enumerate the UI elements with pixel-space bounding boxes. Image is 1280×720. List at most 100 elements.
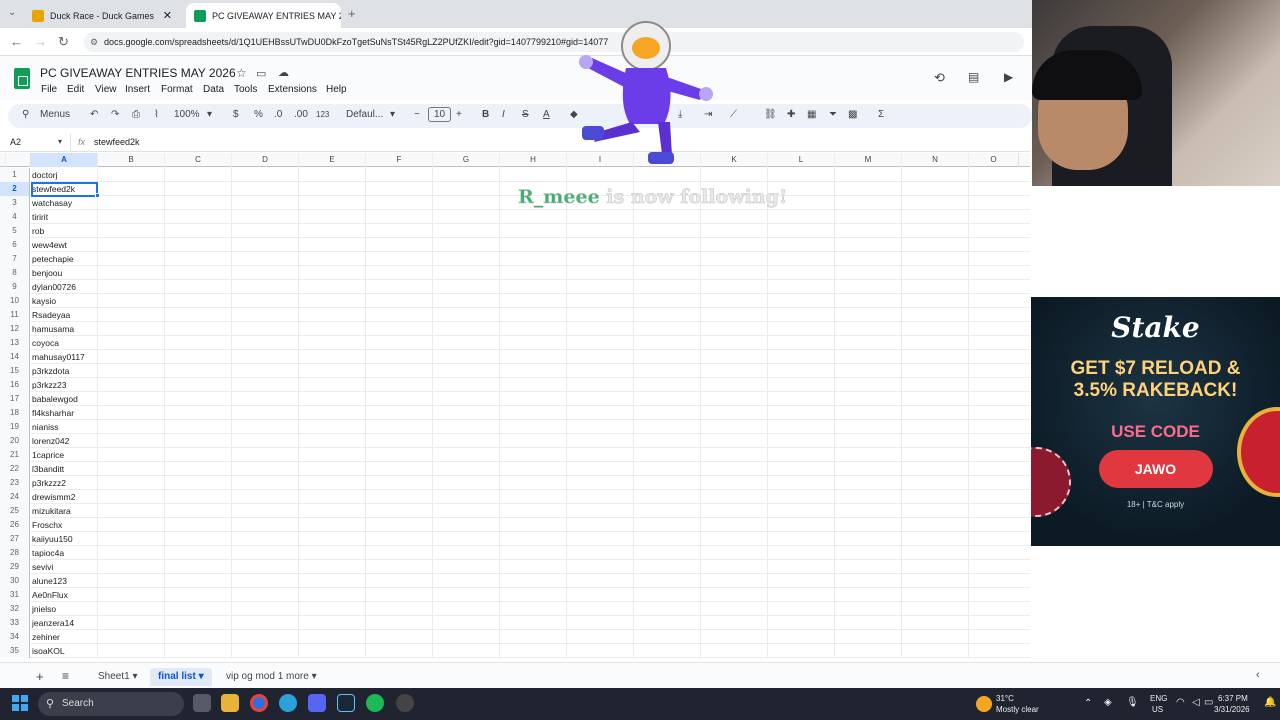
filter-views-icon[interactable]: ▩ [848, 109, 857, 120]
new-tab-icon[interactable]: + [348, 6, 356, 21]
functions-button[interactable]: Σ [878, 109, 884, 120]
cell-a[interactable]: watchasay [32, 196, 98, 210]
row-number[interactable]: 29 [0, 560, 30, 574]
volume-icon[interactable]: ◁ [1192, 697, 1200, 708]
font-select[interactable]: Defaul... [346, 109, 383, 120]
cell-a[interactable]: p3rkzzz2 [32, 476, 98, 490]
comments-icon[interactable]: ▤ [968, 70, 979, 84]
select-all-corner[interactable] [0, 153, 31, 167]
cell-a[interactable]: 1caprice [32, 448, 98, 462]
column-header[interactable]: B [98, 153, 165, 167]
cell-a[interactable]: doctorj [32, 168, 98, 182]
number-format-button[interactable]: 123 [316, 110, 329, 119]
star-icon[interactable]: ☆ [236, 66, 247, 80]
all-sheets-icon[interactable]: ≡ [62, 669, 69, 683]
cell-a[interactable]: sevivi [32, 560, 98, 574]
cell-a[interactable]: l3banditt [32, 462, 98, 476]
link-icon[interactable]: ⛓ [764, 109, 777, 120]
row-number[interactable]: 11 [0, 308, 30, 322]
weather-desc[interactable]: Mostly clear [996, 705, 1039, 714]
redo-icon[interactable]: ↷ [111, 109, 119, 120]
row-number[interactable]: 12 [0, 322, 30, 336]
cell-a[interactable]: petechapie [32, 252, 98, 266]
sheets-logo-icon[interactable] [14, 68, 30, 89]
row-number[interactable]: 24 [0, 490, 30, 504]
stake-ad-banner[interactable]: Stake GET $7 RELOAD & 3.5% RAKEBACK! USE… [1031, 297, 1280, 546]
row-number[interactable]: 32 [0, 602, 30, 616]
comment-add-icon[interactable]: ✚ [787, 109, 795, 120]
cell-a[interactable]: drewismm2 [32, 490, 98, 504]
chevron-down-icon[interactable]: ▾ [58, 137, 62, 146]
cell-a[interactable]: mizukitara [32, 504, 98, 518]
menus-search[interactable]: Menus [40, 109, 70, 120]
row-number[interactable]: 21 [0, 448, 30, 462]
sheet-tab[interactable]: Sheet1 ▾ [90, 668, 146, 686]
file-explorer-icon[interactable] [221, 694, 239, 712]
menu-help[interactable]: Help [326, 84, 347, 95]
menu-extensions[interactable]: Extensions [268, 84, 317, 95]
paint-format-icon[interactable]: ⌇ [154, 109, 159, 120]
print-icon[interactable]: ⎙ [132, 109, 140, 120]
start-icon[interactable] [12, 695, 28, 711]
cell-a[interactable]: nianiss [32, 420, 98, 434]
row-number[interactable]: 1 [0, 168, 30, 182]
row-number[interactable]: 27 [0, 532, 30, 546]
cell-a[interactable]: isoaKOL [32, 644, 98, 658]
bold-button[interactable]: B [482, 109, 489, 120]
row-number[interactable]: 4 [0, 210, 30, 224]
percent-button[interactable]: % [254, 109, 263, 120]
row-number[interactable]: 7 [0, 252, 30, 266]
menu-view[interactable]: View [95, 84, 117, 95]
wifi-icon[interactable]: ◠ [1176, 697, 1185, 708]
tab-list-icon[interactable]: ⌄ [8, 7, 16, 18]
row-number[interactable]: 14 [0, 350, 30, 364]
column-header[interactable]: L [768, 153, 835, 167]
obs-icon[interactable] [396, 694, 414, 712]
meet-icon[interactable]: ▶ [1004, 70, 1013, 84]
sheet-tab[interactable]: vip og mod 1 more ▾ [218, 668, 325, 686]
chevron-down-icon[interactable]: ▾ [207, 109, 212, 120]
column-header[interactable]: E [299, 153, 366, 167]
chart-icon[interactable]: ▦ [807, 109, 816, 120]
cell-a[interactable]: zehiner [32, 630, 98, 644]
row-number[interactable]: 22 [0, 462, 30, 476]
battery-icon[interactable]: ▭ [1204, 697, 1213, 708]
forward-arrow-icon[interactable]: → [34, 34, 47, 49]
version-history-icon[interactable]: ⟲ [934, 70, 945, 86]
notification-bell-icon[interactable]: 🔔 [1264, 697, 1276, 708]
row-number[interactable]: 28 [0, 546, 30, 560]
telegram-icon[interactable] [279, 694, 297, 712]
row-number[interactable]: 31 [0, 588, 30, 602]
language-region[interactable]: US [1152, 705, 1163, 714]
row-number[interactable]: 23 [0, 476, 30, 490]
cell-a[interactable]: tiririt [32, 210, 98, 224]
weather-temp[interactable]: 31°C [996, 694, 1014, 703]
row-number[interactable]: 15 [0, 364, 30, 378]
formula-input[interactable]: stewfeed2k [94, 137, 140, 147]
cell-a[interactable]: fl4ksharhar [32, 406, 98, 420]
cell-a[interactable]: alune123 [32, 574, 98, 588]
column-header[interactable]: N [902, 153, 969, 167]
row-number[interactable]: 6 [0, 238, 30, 252]
row-number[interactable]: 8 [0, 266, 30, 280]
cell-a[interactable]: Ae0nFlux [32, 588, 98, 602]
cell-a[interactable]: rob [32, 224, 98, 238]
discord-icon[interactable] [308, 694, 326, 712]
menu-data[interactable]: Data [203, 84, 224, 95]
weather-icon[interactable] [976, 696, 992, 712]
row-number[interactable]: 13 [0, 336, 30, 350]
cell-a[interactable]: Froschx [32, 518, 98, 532]
row-number[interactable]: 30 [0, 574, 30, 588]
tab-giveaway-sheet[interactable]: PC GIVEAWAY ENTRIES MAY 20 ✕ [186, 3, 341, 28]
app-tray-icon[interactable]: ◈ [1104, 697, 1112, 708]
cell-a[interactable]: lorenz042 [32, 434, 98, 448]
search-icon[interactable]: ⚲ [22, 109, 29, 120]
reload-icon[interactable]: ↻ [58, 34, 69, 50]
sheet-tab-active[interactable]: final list ▾ [150, 668, 212, 686]
row-number[interactable]: 2 [0, 182, 30, 196]
text-color-button[interactable]: A [543, 109, 550, 120]
taskbar-search[interactable]: ⚲ Search [38, 692, 184, 716]
cell-a[interactable]: tapioc4a [32, 546, 98, 560]
cell-a[interactable]: jnielso [32, 602, 98, 616]
row-number[interactable]: 9 [0, 280, 30, 294]
